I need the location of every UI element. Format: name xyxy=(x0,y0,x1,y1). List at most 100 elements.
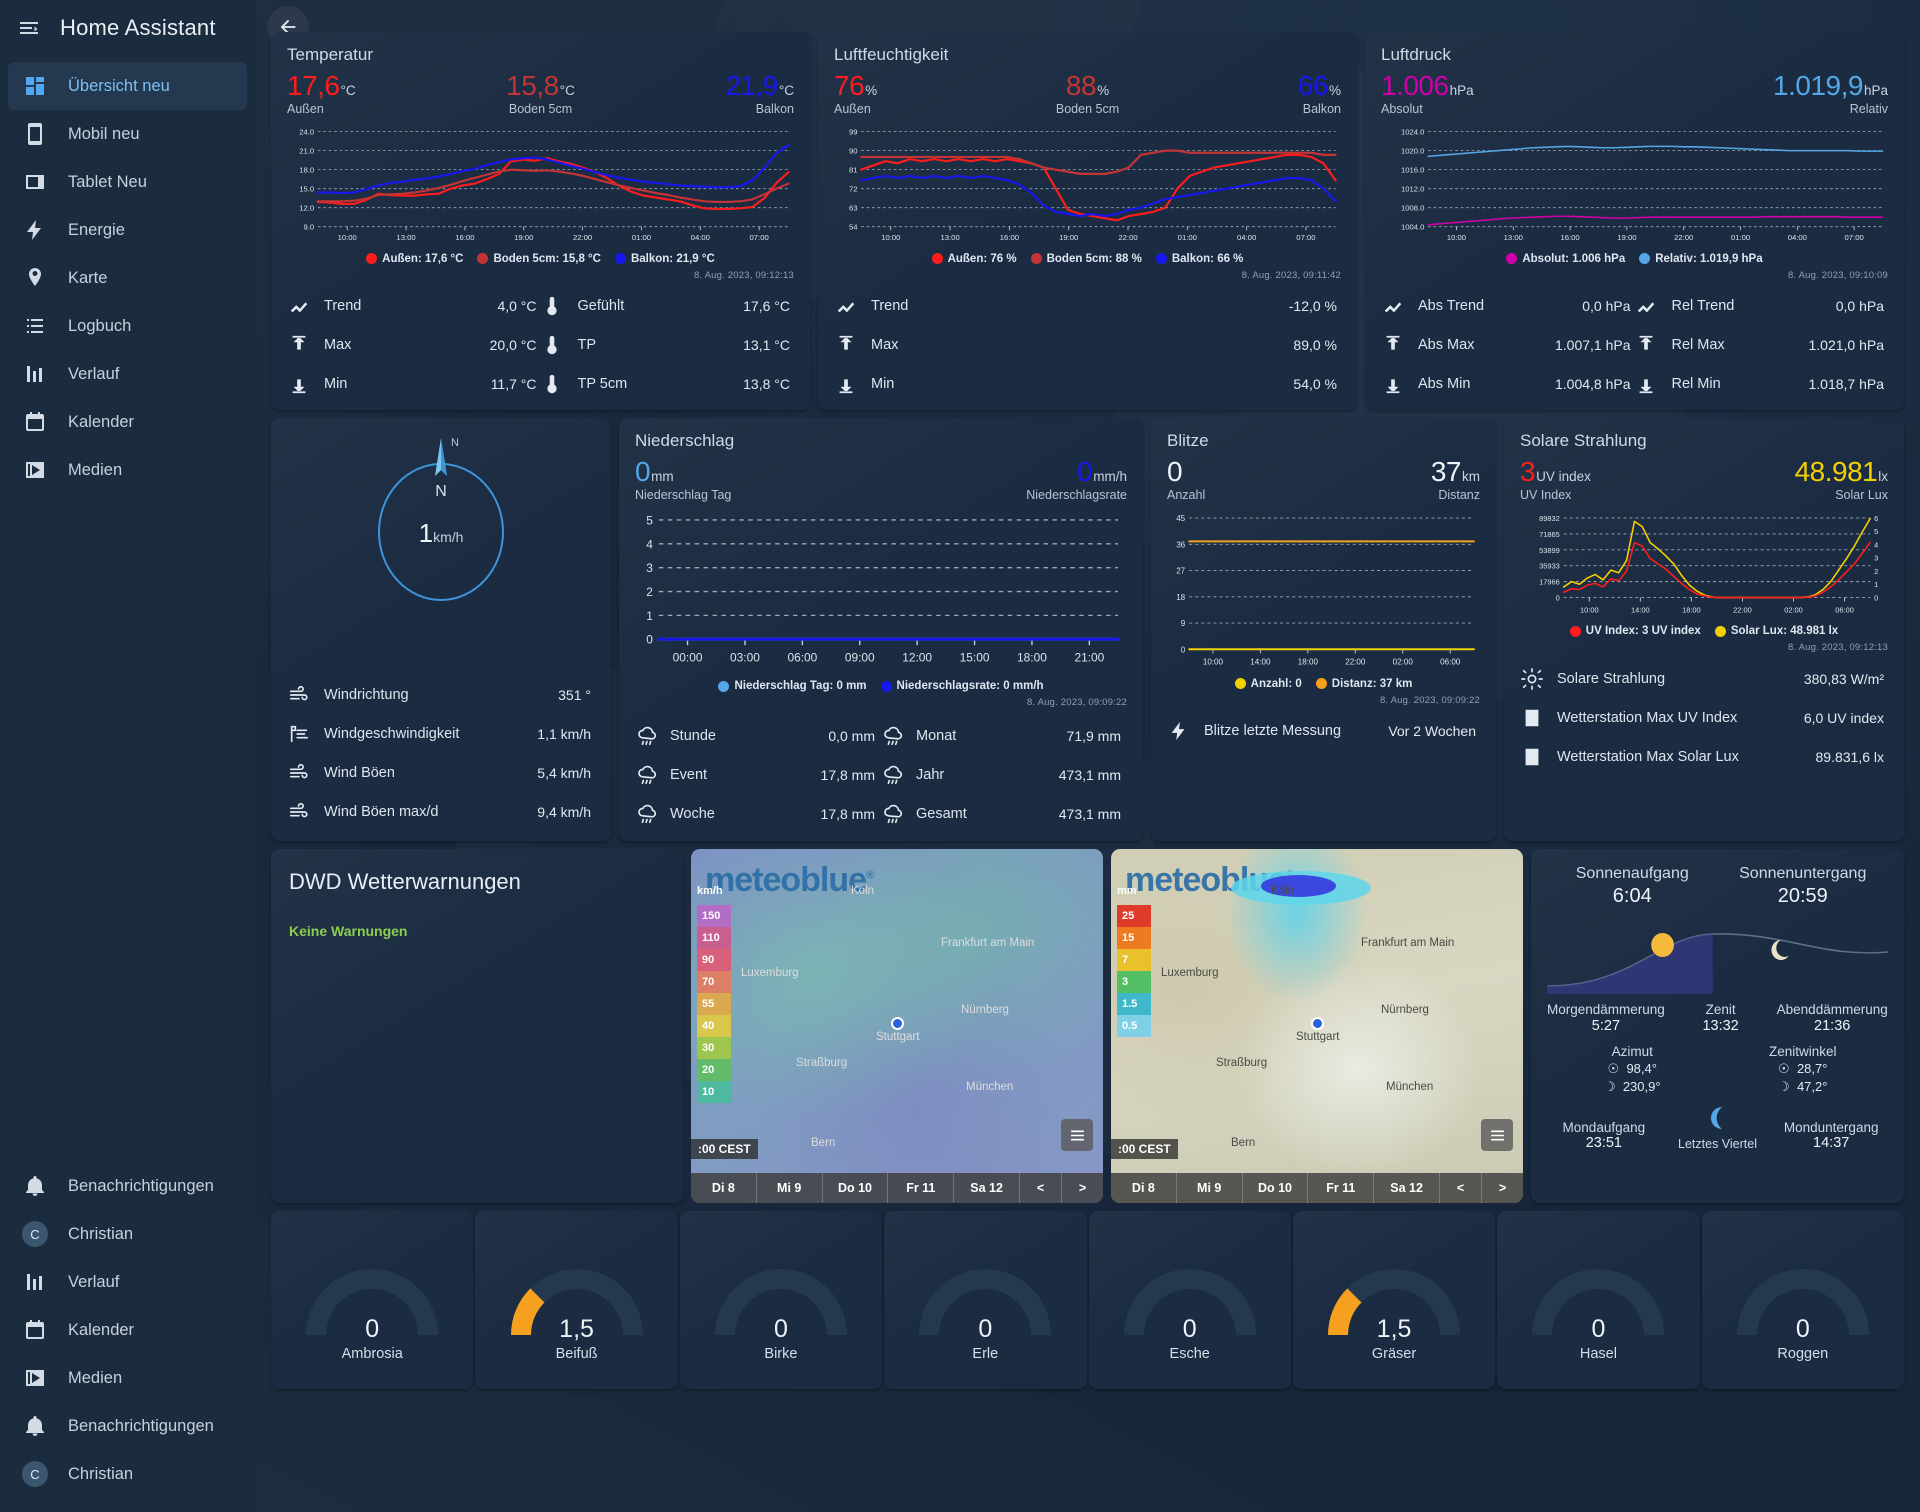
stat-cell[interactable]: Abs Trend 0,0 hPa xyxy=(1381,287,1635,326)
avatar: C xyxy=(22,1461,48,1487)
map-day-tab[interactable]: Fr 11 xyxy=(887,1173,953,1203)
legend-label: Distanz: 37 km xyxy=(1331,677,1413,690)
map-day-tab[interactable]: Sa 12 xyxy=(953,1173,1019,1203)
chart-timestamp: 8. Aug. 2023, 09:09:22 xyxy=(1379,694,1480,706)
card-title: Niederschlag xyxy=(635,430,735,450)
stat-cell[interactable]: Monat 71,9 mm xyxy=(881,716,1127,755)
stat-cell[interactable]: Windgeschwindigkeit 1,1 km/h xyxy=(287,714,595,753)
map-day-tab[interactable]: > xyxy=(1060,1173,1103,1203)
sidebar-item-tablet-neu[interactable]: Tablet Neu xyxy=(8,158,247,206)
card-title: Solare Strahlung xyxy=(1520,430,1647,450)
sidebar-item-benachrichtigungen[interactable]: Benachrichtigungen xyxy=(8,1162,247,1210)
sidebar-item-karte[interactable]: Karte xyxy=(8,254,247,302)
sidebar-item-mobil-neu[interactable]: Mobil neu xyxy=(8,110,247,158)
map-day-tab[interactable]: < xyxy=(1018,1173,1061,1203)
stat-row: Trend -12,0 % xyxy=(834,287,1341,326)
stat-cell[interactable]: Trend 4,0 °C xyxy=(287,287,541,326)
card-solar[interactable]: Solare Strahlung 3UV index UV Index 48.981… xyxy=(1504,417,1904,841)
stat-cell[interactable]: TP 13,1 °C xyxy=(541,326,795,365)
map-menu-icon[interactable] xyxy=(1481,1119,1513,1151)
stat-cell[interactable]: Wind Böen max/d 9,4 km/h xyxy=(287,792,595,831)
card-map-wind[interactable]: meteoblue® km/h 150 110 90 70 55 40 30 20 10 Köl… xyxy=(691,849,1103,1203)
card-pollen[interactable]: 0 Roggen xyxy=(1701,1211,1904,1389)
map-city-label: Frankfurt am Main xyxy=(1361,937,1455,949)
stat-cell[interactable]: Blitze letzte Messung Vor 2 Wochen xyxy=(1167,712,1480,751)
stat-cell[interactable]: Woche 17,8 mm xyxy=(635,794,881,833)
sidebar-item-kalender[interactable]: Kalender xyxy=(8,398,247,446)
stat-cell[interactable]: Rel Max 1.021,0 hPa xyxy=(1635,326,1889,365)
card-lightning[interactable]: Blitze 0 Anzahl 37km Distanz 45 36 27 18 9 0 10:0… xyxy=(1151,417,1496,841)
stat-cell[interactable]: Abs Min 1.004,8 hPa xyxy=(1381,365,1635,404)
stat-cell[interactable]: Max 89,0 % xyxy=(834,326,1341,365)
map-day-tab[interactable]: Mi 9 xyxy=(755,1173,822,1203)
stat-cell[interactable]: Abs Max 1.007,1 hPa xyxy=(1381,326,1635,365)
stat-cell[interactable]: Jahr 473,1 mm xyxy=(881,755,1127,794)
card-pollen[interactable]: 0 Esche xyxy=(1088,1211,1291,1389)
map-day-tab[interactable]: > xyxy=(1480,1173,1523,1203)
stat-cell[interactable]: Wetterstation Max Solar Lux 89.831,6 lx xyxy=(1520,737,1888,776)
map-day-tab[interactable]: Di 8 xyxy=(1111,1173,1176,1203)
metric-label: Außen xyxy=(287,102,324,117)
stat-value: 473,1 mm xyxy=(1058,805,1121,822)
card-wind[interactable]: N N 1km/h Windrichtung 351 ° Windgeschwind… xyxy=(271,417,611,841)
map-day-tabs[interactable]: Di 8 Mi 9 Do 10 Fr 11 Sa 12 < > xyxy=(691,1173,1103,1203)
stat-cell[interactable]: Wetterstation Max UV Index 6,0 UV index xyxy=(1520,698,1888,737)
stat-cell[interactable]: Rel Min 1.018,7 hPa xyxy=(1635,365,1889,404)
stat-cell[interactable]: Gesamt 473,1 mm xyxy=(881,794,1127,833)
card-map-precip[interactable]: meteoblue® mm 2515731.50.5 Köln Frankfur… xyxy=(1111,849,1523,1203)
map-day-tab[interactable]: Mi 9 xyxy=(1175,1173,1242,1203)
stat-cell[interactable]: Wind Böen 5,4 km/h xyxy=(287,753,595,792)
stat-row: Abs Max 1.007,1 hPa Rel Max 1.021,0 hPa xyxy=(1381,326,1888,365)
sidebar-item-medien[interactable]: Medien xyxy=(8,1354,247,1402)
map-day-tab[interactable]: Do 10 xyxy=(1241,1173,1308,1203)
sidebar-item-verlauf[interactable]: Verlauf xyxy=(8,1258,247,1306)
card-precipitation[interactable]: Niederschlag 0mm Niederschlag Tag 0mm/h Nie… xyxy=(619,417,1143,841)
map-day-tab[interactable]: Do 10 xyxy=(821,1173,888,1203)
card-pressure[interactable]: Luftdruck 1.006hPa Absolut 1.019,9hPa Relat… xyxy=(1365,32,1904,410)
svg-text:02:00: 02:00 xyxy=(1784,605,1803,614)
sidebar-item-christian[interactable]: C Christian xyxy=(8,1450,247,1498)
card-pollen[interactable]: 0 Erle xyxy=(884,1211,1087,1389)
svg-text:22:00: 22:00 xyxy=(573,234,592,243)
sidebar-item-energie[interactable]: Energie xyxy=(8,206,247,254)
rain-icon xyxy=(881,763,904,786)
stat-cell[interactable]: Rel Trend 0,0 hPa xyxy=(1635,287,1889,326)
card-pollen[interactable]: 0 Birke xyxy=(679,1211,883,1389)
card-pollen[interactable]: 1,5 Gräser xyxy=(1292,1211,1496,1389)
sidebar-item-kalender[interactable]: Kalender xyxy=(8,1306,247,1354)
svg-text:45: 45 xyxy=(1176,514,1185,523)
map-day-tab[interactable]: < xyxy=(1438,1173,1481,1203)
sidebar-item--bersicht-neu[interactable]: Übersicht neu xyxy=(8,62,247,110)
sidebar-item-benachrichtigungen[interactable]: Benachrichtigungen xyxy=(8,1402,247,1450)
sidebar-item-verlauf[interactable]: Verlauf xyxy=(8,350,247,398)
stat-cell[interactable]: Min 11,7 °C xyxy=(287,365,541,404)
map-day-tabs[interactable]: Di 8 Mi 9 Do 10 Fr 11 Sa 12 < > xyxy=(1111,1173,1523,1203)
card-humidity[interactable]: Luftfeuchtigkeit 76% Außen 88% Boden 5cm 66%… xyxy=(818,32,1357,410)
stat-cell[interactable]: Gefühlt 17,6 °C xyxy=(541,287,795,326)
map-day-tab[interactable]: Di 8 xyxy=(691,1173,756,1203)
card-sun[interactable]: Sonnenaufgang 6:04 Sonnenuntergang 20:59 xyxy=(1531,849,1904,1203)
sidebar-item-christian[interactable]: C Christian xyxy=(8,1210,247,1258)
chart-timestamp: 8. Aug. 2023, 09:12:13 xyxy=(693,269,794,281)
svg-text:10:00: 10:00 xyxy=(1580,605,1599,614)
sidebar-item-medien[interactable]: Medien xyxy=(8,446,247,494)
precipitation-values: 0mm Niederschlag Tag 0mm/h Niederschlagsrat… xyxy=(635,456,1127,502)
stat-cell[interactable]: Windrichtung 351 ° xyxy=(287,675,595,714)
sidebar-item-logbuch[interactable]: Logbuch xyxy=(8,302,247,350)
stat-cell[interactable]: Max 20,0 °C xyxy=(287,326,541,365)
menu-toggle-icon[interactable] xyxy=(14,13,44,43)
stat-cell[interactable]: Stunde 0,0 mm xyxy=(635,716,881,755)
map-menu-icon[interactable] xyxy=(1061,1119,1093,1151)
card-dwd-warnings[interactable]: DWD Wetterwarnungen Keine Warnungen xyxy=(271,849,683,1203)
stat-cell[interactable]: Trend -12,0 % xyxy=(834,287,1341,326)
stat-cell[interactable]: Event 17,8 mm xyxy=(635,755,881,794)
card-pollen[interactable]: 0 Ambrosia xyxy=(271,1211,474,1389)
map-day-tab[interactable]: Fr 11 xyxy=(1307,1173,1373,1203)
map-day-tab[interactable]: Sa 12 xyxy=(1373,1173,1439,1203)
stat-cell[interactable]: Min 54,0 % xyxy=(834,365,1341,404)
stat-cell[interactable]: Solare Strahlung 380,83 W/m² xyxy=(1520,659,1888,698)
card-pollen[interactable]: 1,5 Beifuß xyxy=(475,1211,678,1389)
card-pollen[interactable]: 0 Hasel xyxy=(1497,1211,1700,1389)
card-temperature[interactable]: Temperatur 17,6°C Außen 15,8°C Boden 5cm 21,… xyxy=(271,32,810,410)
stat-cell[interactable]: TP 5cm 13,8 °C xyxy=(541,365,795,404)
